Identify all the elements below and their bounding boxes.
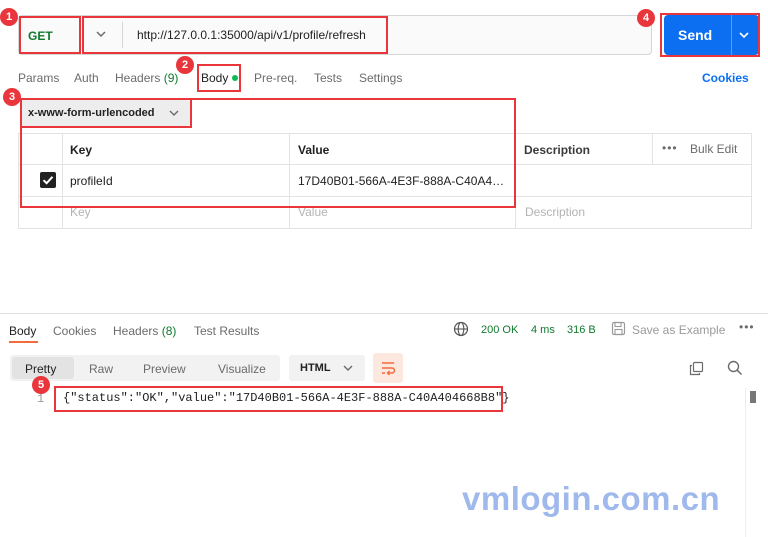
tab-pre-request[interactable]: Pre-req. — [254, 71, 297, 85]
globe-icon[interactable] — [453, 321, 469, 337]
response-tab-headers[interactable]: Headers (8) — [113, 324, 176, 338]
annotation-box-url — [82, 16, 388, 54]
save-icon[interactable] — [611, 321, 626, 336]
response-tab-body[interactable]: Body — [9, 324, 36, 338]
annotation-badge-4: 4 — [637, 9, 655, 27]
format-raw[interactable]: Raw — [89, 362, 113, 376]
annotation-badge-5: 5 — [32, 376, 50, 394]
tab-settings[interactable]: Settings — [359, 71, 402, 85]
response-tab-test-results[interactable]: Test Results — [194, 324, 259, 338]
search-icon[interactable] — [727, 360, 743, 376]
annotation-box-send — [660, 13, 760, 57]
bulk-edit-button[interactable]: Bulk Edit — [690, 142, 737, 156]
active-tab-underline — [9, 341, 38, 343]
response-tab-headers-count: (8) — [161, 324, 177, 338]
more-options-icon[interactable]: ••• — [739, 320, 755, 334]
table-divider — [652, 133, 653, 165]
tab-headers-label: Headers — [115, 71, 161, 85]
annotation-box-body-tab — [197, 64, 241, 92]
column-header-description: Description — [524, 143, 591, 157]
annotation-badge-3: 3 — [3, 88, 21, 106]
annotation-badge-2: 2 — [176, 56, 194, 74]
tab-headers[interactable]: Headers (9) — [115, 71, 178, 85]
line-number: 1 — [37, 392, 45, 406]
response-status[interactable]: 200 OK — [481, 324, 518, 336]
language-label[interactable]: HTML — [300, 362, 331, 374]
annotation-badge-1: 1 — [0, 8, 18, 26]
save-as-example-button[interactable]: Save as Example — [632, 323, 725, 337]
response-time[interactable]: 4 ms — [531, 324, 555, 336]
tab-headers-count: (9) — [163, 71, 179, 85]
watermark-text: vmlogin.com.cn — [462, 480, 721, 517]
scrollbar-thumb[interactable] — [750, 391, 756, 403]
format-pretty[interactable]: Pretty — [25, 362, 56, 376]
cookies-link[interactable]: Cookies — [702, 71, 749, 85]
annotation-box-method — [19, 16, 81, 54]
annotation-box-response — [54, 386, 503, 412]
response-tab-headers-label: Headers — [113, 324, 159, 338]
chevron-down-icon[interactable] — [342, 361, 354, 375]
scrollbar-track[interactable] — [745, 388, 761, 537]
more-options-icon[interactable]: ••• — [662, 141, 678, 155]
response-divider — [0, 313, 768, 314]
format-preview[interactable]: Preview — [143, 362, 186, 376]
tab-tests[interactable]: Tests — [314, 71, 342, 85]
response-tab-cookies[interactable]: Cookies — [53, 324, 96, 338]
annotation-box-params — [20, 98, 516, 208]
tab-auth[interactable]: Auth — [74, 71, 99, 85]
format-visualize[interactable]: Visualize — [218, 362, 266, 376]
wrap-lines-icon[interactable] — [379, 359, 397, 377]
response-size[interactable]: 316 B — [567, 324, 596, 336]
new-description-input[interactable]: Description — [525, 205, 585, 219]
copy-icon[interactable] — [689, 361, 704, 376]
tab-params[interactable]: Params — [18, 71, 59, 85]
